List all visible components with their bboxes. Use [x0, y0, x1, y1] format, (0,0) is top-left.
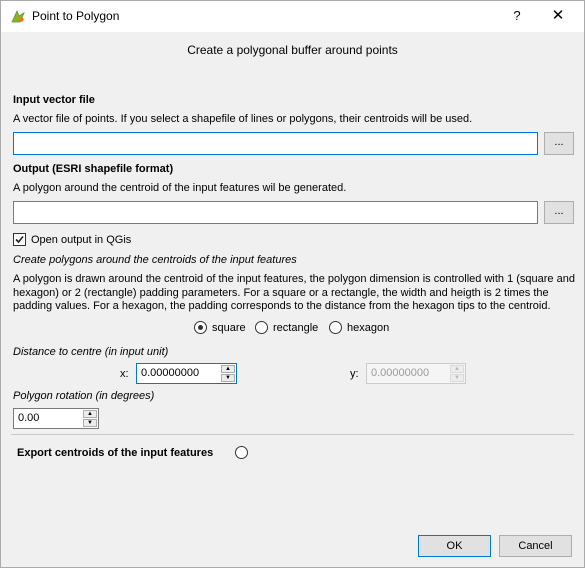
rotation-value: 0.00 — [18, 412, 40, 424]
radio-hexagon-label[interactable]: hexagon — [347, 322, 389, 334]
dialog-header: Create a polygonal buffer around points — [187, 43, 398, 57]
input-file-description: A vector file of points. If you select a… — [13, 113, 473, 125]
separator — [11, 434, 574, 435]
output-file-field[interactable] — [13, 201, 538, 224]
distance-x-spinbox[interactable]: 0.00000000 ▲ ▼ — [136, 363, 237, 384]
spin-up-icon[interactable]: ▲ — [221, 365, 235, 373]
checkmark-icon — [15, 235, 24, 244]
radio-selected-dot — [198, 325, 203, 330]
polygons-description: A polygon is drawn around the centroid o… — [13, 273, 575, 312]
spin-down-icon: ▼ — [450, 374, 464, 382]
spin-down-icon[interactable]: ▼ — [221, 374, 235, 382]
radio-hexagon[interactable] — [329, 321, 342, 334]
window-title: Point to Polygon — [32, 9, 120, 23]
polygons-section-label: Create polygons around the centroids of … — [13, 254, 297, 266]
spinner-arrows[interactable]: ▲ ▼ — [221, 365, 235, 382]
radio-square-label[interactable]: square — [212, 322, 246, 334]
export-centroids-label[interactable]: Export centroids of the input features — [17, 447, 213, 459]
spin-up-icon[interactable]: ▲ — [83, 410, 97, 418]
open-output-checkbox[interactable] — [13, 233, 26, 246]
rotation-label: Polygon rotation (in degrees) — [13, 390, 155, 402]
distance-label: Distance to centre (in input unit) — [13, 346, 169, 358]
spinner-arrows[interactable]: ▲ ▼ — [83, 410, 97, 427]
input-file-field[interactable] — [13, 132, 538, 155]
radio-square[interactable] — [194, 321, 207, 334]
radio-rectangle-label[interactable]: rectangle — [273, 322, 318, 334]
output-file-description: A polygon around the centroid of the inp… — [13, 182, 347, 194]
spin-up-icon: ▲ — [450, 365, 464, 373]
dialog-window: Point to Polygon ? ✕ Create a polygonal … — [0, 0, 585, 568]
output-file-label: Output (ESRI shapefile format) — [13, 163, 174, 175]
distance-x-label: x: — [120, 368, 129, 380]
help-button[interactable]: ? — [506, 5, 528, 27]
title-bar: Point to Polygon ? ✕ — [1, 1, 584, 32]
rotation-spinbox[interactable]: 0.00 ▲ ▼ — [13, 408, 99, 429]
distance-y-spinbox: 0.00000000 ▲ ▼ — [366, 363, 466, 384]
spin-down-icon[interactable]: ▼ — [83, 419, 97, 427]
open-output-label[interactable]: Open output in QGis — [31, 234, 131, 246]
close-button[interactable]: ✕ — [547, 5, 569, 27]
spinner-arrows: ▲ ▼ — [450, 365, 464, 382]
ok-button[interactable]: OK — [418, 535, 491, 557]
radio-rectangle[interactable] — [255, 321, 268, 334]
input-file-label: Input vector file — [13, 94, 95, 106]
distance-y-label: y: — [350, 368, 359, 380]
input-browse-button[interactable]: ... — [544, 132, 574, 155]
output-browse-button[interactable]: ... — [544, 201, 574, 224]
distance-y-value: 0.00000000 — [371, 367, 430, 379]
export-centroids-toggle[interactable] — [235, 446, 248, 459]
cancel-button[interactable]: Cancel — [499, 535, 572, 557]
qgis-logo-icon — [10, 8, 26, 24]
distance-x-value: 0.00000000 — [141, 367, 200, 379]
